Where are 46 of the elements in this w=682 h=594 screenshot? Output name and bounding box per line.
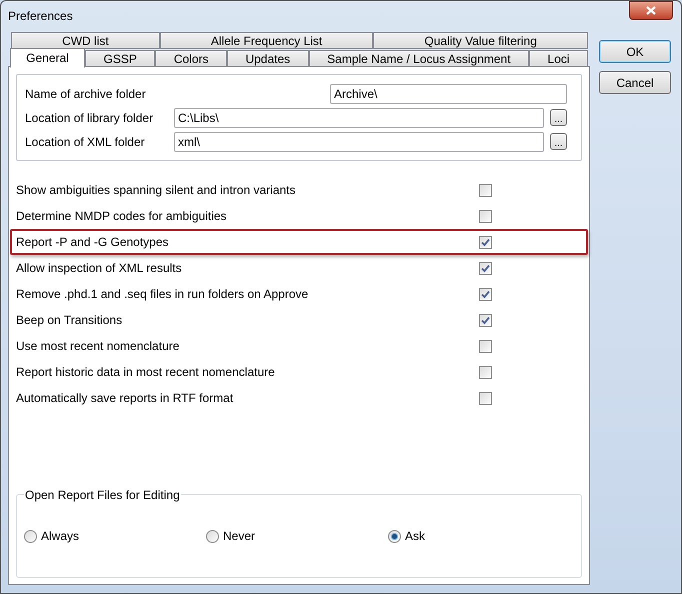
field-label: Name of archive folder xyxy=(25,86,147,102)
option-label: Report historic data in most recent nomenclature xyxy=(16,364,276,381)
browse-button[interactable]: ... xyxy=(550,133,567,150)
browse-button[interactable]: ... xyxy=(550,109,567,126)
checkbox[interactable] xyxy=(479,288,492,300)
radio-label: Always xyxy=(41,528,80,545)
option-label: Automatically save reports in RTF format xyxy=(16,390,234,407)
checkbox[interactable] xyxy=(479,184,492,196)
tab[interactable]: Loci xyxy=(529,50,588,67)
checkbox[interactable] xyxy=(479,366,492,378)
close-icon xyxy=(646,6,656,15)
dialog-button[interactable]: Cancel xyxy=(599,71,671,94)
tab[interactable]: Allele Frequency List xyxy=(160,32,374,49)
option-label: Report -P and -G Genotypes xyxy=(16,234,170,251)
field-label: Location of library folder xyxy=(25,110,154,126)
tab[interactable]: Colors xyxy=(155,50,227,67)
option-label: Beep on Transitions xyxy=(16,312,124,329)
text-field[interactable]: Archive\ xyxy=(330,84,567,104)
checkbox[interactable] xyxy=(479,210,492,222)
radio-label: Never xyxy=(223,528,256,545)
text-field[interactable]: xml\ xyxy=(174,132,544,152)
field-label: Location of XML folder xyxy=(25,134,146,150)
radio-button[interactable] xyxy=(206,530,219,542)
tab[interactable]: Updates xyxy=(226,50,309,67)
checkbox[interactable] xyxy=(479,314,492,326)
close-button[interactable] xyxy=(629,1,673,20)
text-field[interactable]: C:\Libs\ xyxy=(174,108,544,128)
radio-label: Ask xyxy=(405,528,426,545)
option-label: Use most recent nomenclature xyxy=(16,338,180,355)
tab[interactable]: Quality Value filtering xyxy=(373,32,588,49)
tab[interactable]: GSSP xyxy=(85,50,156,67)
checkbox[interactable] xyxy=(479,262,492,274)
radio-button[interactable] xyxy=(388,530,401,542)
checkbox[interactable] xyxy=(479,236,492,248)
tab[interactable]: CWD list xyxy=(11,32,160,49)
option-label: Allow inspection of XML results xyxy=(16,260,183,277)
checkbox[interactable] xyxy=(479,392,492,404)
option-label: Determine NMDP codes for ambiguities xyxy=(16,208,228,225)
tab[interactable]: General xyxy=(10,48,85,68)
window-title: Preferences xyxy=(8,8,73,25)
checkbox[interactable] xyxy=(479,340,492,352)
option-label: Show ambiguities spanning silent and intron variants xyxy=(16,182,296,199)
radio-button[interactable] xyxy=(24,530,37,542)
dialog-button[interactable]: OK xyxy=(599,40,671,63)
tab[interactable]: Sample Name / Locus Assignment xyxy=(308,50,530,67)
option-label: Remove .phd.1 and .seq files in run folders on Approve xyxy=(16,286,310,303)
